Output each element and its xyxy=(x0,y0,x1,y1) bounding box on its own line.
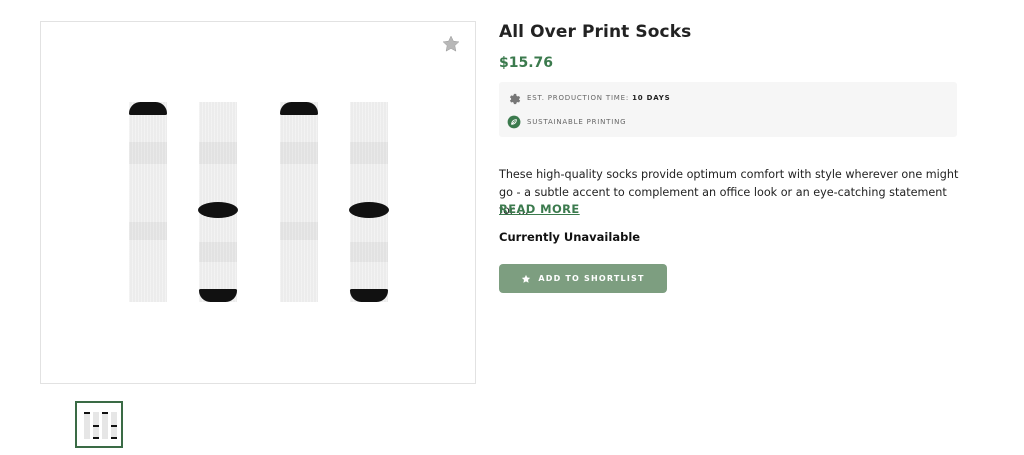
leaf-icon xyxy=(507,115,521,129)
production-time-text: EST. PRODUCTION TIME: 10 DAYS xyxy=(527,94,671,102)
product-title: All Over Print Socks xyxy=(499,22,692,42)
product-thumbnail[interactable] xyxy=(75,401,123,448)
production-time-row: EST. PRODUCTION TIME: 10 DAYS xyxy=(507,91,671,105)
sustainable-row: SUSTAINABLE PRINTING xyxy=(507,115,626,129)
sock-4 xyxy=(349,102,389,302)
star-icon xyxy=(521,274,531,284)
add-to-shortlist-button[interactable]: ADD TO SHORTLIST xyxy=(499,264,667,293)
product-image-frame xyxy=(40,21,476,384)
read-more-link[interactable]: READ MORE xyxy=(499,202,580,216)
sustainable-text: SUSTAINABLE PRINTING xyxy=(527,118,627,126)
availability-status: Currently Unavailable xyxy=(499,230,641,244)
add-to-shortlist-label: ADD TO SHORTLIST xyxy=(538,274,645,283)
sock-2 xyxy=(198,102,238,302)
favorite-star-icon[interactable] xyxy=(441,34,461,54)
sock-1 xyxy=(129,102,167,302)
gear-icon xyxy=(507,91,521,105)
sock-3 xyxy=(280,102,318,302)
product-info-box: EST. PRODUCTION TIME: 10 DAYS SUSTAINABL… xyxy=(499,82,957,137)
product-price: $15.76 xyxy=(499,55,554,71)
